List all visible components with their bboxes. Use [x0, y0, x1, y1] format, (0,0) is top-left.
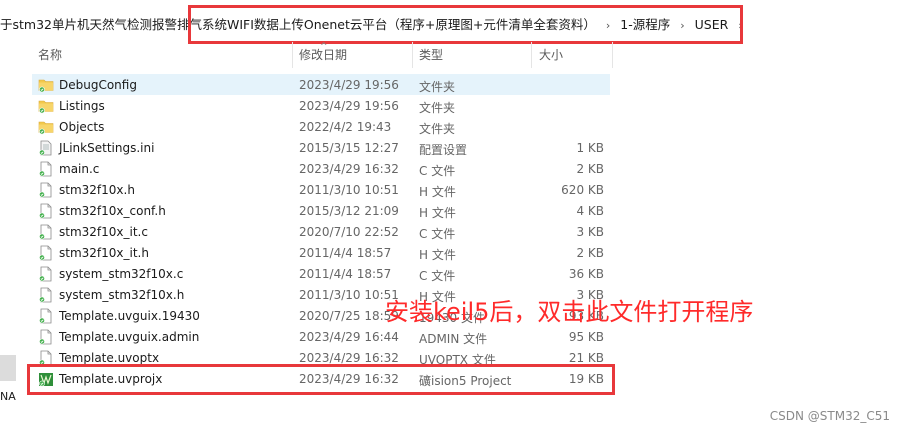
file-date: 2020/7/25 18:59 [299, 309, 399, 323]
file-icon [38, 287, 54, 303]
file-row[interactable]: DebugConfig 2023/4/29 19:56 文件夹 [32, 74, 610, 95]
file-row[interactable]: main.c 2023/4/29 16:32 C 文件 2 KB [32, 158, 612, 179]
file-type: C 文件 [419, 164, 456, 178]
file-name: Listings [59, 99, 105, 113]
file-type: C 文件 [419, 227, 456, 241]
file-type: H 文件 [419, 185, 456, 199]
file-row[interactable]: stm32f10x.h 2011/3/10 10:51 H 文件 620 KB [32, 179, 612, 200]
file-icon [38, 308, 54, 324]
file-type: 文件夹 [419, 122, 456, 136]
navigation-pane-label: NA [0, 390, 16, 403]
file-size: 95 KB [568, 330, 604, 344]
file-row[interactable]: Template.uvguix.admin 2023/4/29 16:44 ADMI… [32, 326, 612, 347]
file-type: 文件夹 [419, 80, 456, 94]
file-date: 2022/4/2 19:43 [299, 120, 392, 134]
file-icon [38, 329, 54, 345]
file-type: 文件夹 [419, 101, 456, 115]
file-date: 2023/4/29 16:44 [299, 330, 399, 344]
column-divider[interactable] [412, 42, 413, 68]
file-size: 3 KB [576, 225, 604, 239]
breadcrumb-highlight-box [188, 5, 743, 44]
file-date: 2011/3/10 10:51 [299, 288, 399, 302]
file-row[interactable]: JLinkSettings.ini 2015/3/15 12:27 配置设置 1 KB [32, 137, 612, 158]
column-header-date[interactable]: 修改日期 [299, 46, 347, 64]
folder-icon [38, 119, 54, 135]
column-header-type[interactable]: 类型 [419, 46, 443, 64]
file-name: Template.uvoptx [59, 351, 160, 365]
file-name: system_stm32f10x.c [59, 267, 184, 281]
file-name: Template.uvguix.admin [59, 330, 200, 344]
file-size: 4 KB [576, 204, 604, 218]
file-icon [38, 161, 54, 177]
file-icon [38, 182, 54, 198]
file-name: main.c [59, 162, 100, 176]
file-date: 2011/3/10 10:51 [299, 183, 399, 197]
file-icon [38, 245, 54, 261]
file-date: 2011/4/4 18:57 [299, 267, 392, 281]
file-name: DebugConfig [59, 78, 137, 92]
folder-icon [38, 77, 54, 93]
file-date: 2023/4/29 16:32 [299, 162, 399, 176]
file-size: 1 KB [576, 141, 604, 155]
instruction-annotation: 安装keil5后，双击此文件打开程序 [385, 298, 754, 326]
settings-file-icon [38, 140, 54, 156]
file-row[interactable]: system_stm32f10x.c 2011/4/4 18:57 C 文件 36 K… [32, 263, 612, 284]
column-divider[interactable] [531, 42, 532, 68]
file-size: 36 KB [568, 267, 604, 281]
project-file-highlight-box [27, 364, 615, 395]
file-row[interactable]: stm32f10x_it.h 2011/4/4 18:57 H 文件 2 KB [32, 242, 612, 263]
folder-icon [38, 98, 54, 114]
file-name: Template.uvguix.19430 [59, 309, 200, 323]
navigation-pane-edge[interactable] [0, 355, 16, 381]
column-header-size[interactable]: 大小 [539, 46, 563, 64]
file-row[interactable]: stm32f10x_conf.h 2015/3/12 21:09 H 文件 4 KB [32, 200, 612, 221]
file-type: ADMIN 文件 [419, 332, 488, 346]
column-divider[interactable] [292, 42, 293, 68]
file-type: H 文件 [419, 206, 456, 220]
file-date: 2023/4/29 19:56 [299, 78, 399, 92]
file-row[interactable]: Objects 2022/4/2 19:43 文件夹 [32, 116, 612, 137]
file-name: stm32f10x_conf.h [59, 204, 166, 218]
file-date: 2020/7/10 22:52 [299, 225, 399, 239]
file-size: 2 KB [576, 162, 604, 176]
file-date: 2015/3/15 12:27 [299, 141, 399, 155]
file-date: 2023/4/29 19:56 [299, 99, 399, 113]
file-name: system_stm32f10x.h [59, 288, 185, 302]
file-icon [38, 266, 54, 282]
file-row[interactable]: stm32f10x_it.c 2020/7/10 22:52 C 文件 3 KB [32, 221, 612, 242]
file-row[interactable]: Listings 2023/4/29 19:56 文件夹 [32, 95, 612, 116]
file-name: stm32f10x.h [59, 183, 135, 197]
watermark: CSDN @STM32_C51 [769, 409, 890, 423]
file-date: 2015/3/12 21:09 [299, 204, 399, 218]
file-type: C 文件 [419, 269, 456, 283]
file-size: 2 KB [576, 246, 604, 260]
file-type: H 文件 [419, 248, 456, 262]
file-icon [38, 224, 54, 240]
file-name: stm32f10x_it.c [59, 225, 148, 239]
column-divider[interactable] [612, 42, 613, 68]
file-size: 620 KB [561, 183, 604, 197]
file-name: Objects [59, 120, 105, 134]
file-type: 配置设置 [419, 143, 468, 157]
file-size: 21 KB [568, 351, 604, 365]
file-date: 2011/4/4 18:57 [299, 246, 392, 260]
file-name: JLinkSettings.ini [59, 141, 155, 155]
column-header-name[interactable]: 名称 [38, 46, 62, 64]
file-icon [38, 203, 54, 219]
file-date: 2023/4/29 16:32 [299, 351, 399, 365]
file-name: stm32f10x_it.h [59, 246, 149, 260]
